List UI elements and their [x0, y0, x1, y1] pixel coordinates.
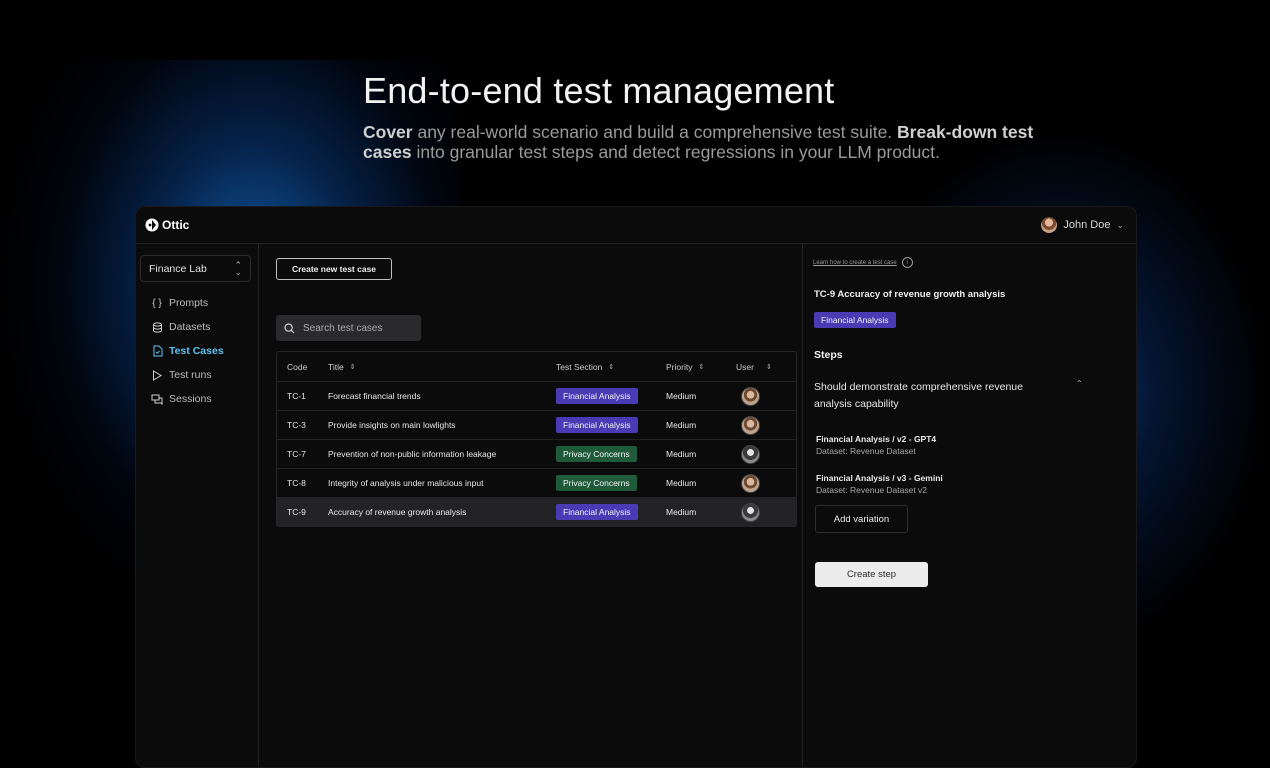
variation-dataset: Dataset: Revenue Dataset v2 — [816, 485, 928, 495]
variation-item[interactable]: Financial Analysis / v3 - Gemini Dataset… — [816, 473, 943, 495]
user-avatar — [741, 444, 760, 464]
database-icon — [151, 321, 163, 333]
row-code: TC-8 — [287, 478, 306, 488]
learn-link-row: Learn how to create a test case i — [813, 257, 913, 268]
hero-section: End-to-end test management Cover any rea… — [363, 70, 1063, 162]
play-icon — [151, 369, 163, 381]
sidebar-item-label: Datasets — [169, 321, 211, 333]
section-badge: Privacy Concerns — [556, 446, 637, 462]
table-row[interactable]: TC-1 Forecast financial trends Financial… — [277, 382, 796, 411]
row-code: TC-7 — [287, 449, 306, 459]
sort-updown-icon: ⌃ ⌄ — [234, 259, 242, 277]
test-case-detail-panel: Learn how to create a test case i TC-9 A… — [802, 244, 1136, 767]
sidebar-item-label: Prompts — [169, 297, 209, 309]
sidebar-nav: { } Prompts Datasets Test Cases Test run… — [136, 291, 258, 411]
sort-icon: ⇕ — [349, 363, 356, 371]
column-header-code: Code — [287, 361, 308, 372]
test-cases-table: Code Title ⇕ Test Section ⇕ Priority ⇕ User… — [276, 351, 797, 527]
step-description: Should demonstrate comprehensive revenue… — [814, 381, 1023, 410]
sidebar-item-datasets[interactable]: Datasets — [136, 315, 258, 339]
workspace-label: Finance Lab — [149, 262, 207, 275]
info-icon[interactable]: i — [901, 257, 913, 268]
row-title: Prevention of non-public information lea… — [328, 449, 497, 459]
braces-icon: { } — [152, 297, 162, 309]
sidebar-item-label: Test runs — [169, 369, 212, 381]
column-header-title[interactable]: Title ⇕ — [328, 362, 556, 372]
section-badge: Financial Analysis — [556, 504, 638, 520]
steps-heading: Steps — [814, 349, 843, 361]
user-name: John Doe — [1063, 219, 1111, 231]
create-step-button[interactable]: Create step — [815, 562, 928, 587]
brand-name: Ottic — [162, 218, 190, 232]
search-input[interactable] — [301, 321, 415, 335]
row-code: TC-9 — [287, 507, 306, 517]
variation-dataset: Dataset: Revenue Dataset — [816, 446, 916, 456]
column-header-section[interactable]: Test Section ⇕ — [556, 362, 666, 372]
sort-icon: ⇕ — [698, 363, 705, 371]
row-title: Provide insights on main lowlights — [328, 420, 456, 430]
learn-link[interactable]: Learn how to create a test case — [813, 260, 897, 266]
row-priority: Medium — [666, 478, 697, 488]
column-header-priority[interactable]: Priority ⇕ — [666, 362, 736, 372]
user-avatar — [741, 415, 760, 435]
ottic-logo-icon — [145, 218, 159, 232]
search-icon — [284, 322, 295, 333]
user-menu[interactable]: John Doe ⌄ — [1041, 217, 1124, 233]
user-avatar — [741, 473, 760, 493]
row-title: Forecast financial trends — [328, 391, 421, 401]
user-avatar — [741, 386, 760, 406]
table-row[interactable]: TC-3 Provide insights on main lowlights … — [277, 411, 796, 440]
user-avatar — [741, 502, 760, 522]
row-priority: Medium — [666, 420, 697, 430]
main-content: Create new test case Code Title⇕ Test Se… — [259, 244, 802, 767]
test-cases-icon — [151, 345, 163, 357]
variation-item[interactable]: Financial Analysis / v2 - GPT4 Dataset: … — [816, 434, 936, 456]
sidebar-item-label: Sessions — [169, 393, 212, 405]
workspace-select[interactable]: Finance Lab ⌃ ⌄ — [140, 255, 251, 282]
variation-title: Financial Analysis / v3 - Gemini — [816, 473, 943, 483]
app-window: Ottic John Doe ⌄ Finance Lab ⌃ ⌄ { } Prom… — [135, 206, 1137, 768]
avatar — [1041, 217, 1058, 233]
column-header-user[interactable]: User ⇕ — [736, 362, 786, 372]
test-case-title: TC-9 Accuracy of revenue growth analysis — [814, 289, 1006, 300]
row-priority: Medium — [666, 449, 697, 459]
section-badge: Financial Analysis — [556, 417, 638, 433]
hero-description: Cover any real-world scenario and build … — [363, 122, 1034, 162]
top-bar: Ottic John Doe ⌄ — [136, 207, 1136, 244]
chevron-up-icon[interactable]: ⌃ — [1076, 379, 1083, 388]
row-priority: Medium — [666, 391, 697, 401]
row-code: TC-1 — [287, 391, 306, 401]
section-badge: Financial Analysis — [814, 312, 896, 328]
section-badge: Privacy Concerns — [556, 475, 637, 491]
brand-logo[interactable]: Ottic — [145, 218, 189, 232]
table-row-selected[interactable]: TC-9 Accuracy of revenue growth analysis… — [277, 498, 796, 526]
sort-icon: ⇕ — [608, 363, 615, 371]
sort-icon: ⇕ — [765, 363, 772, 371]
row-priority: Medium — [666, 507, 697, 517]
chat-icon — [151, 394, 163, 405]
sidebar: Finance Lab ⌃ ⌄ { } Prompts Datasets Test… — [136, 244, 259, 767]
section-badge: Financial Analysis — [556, 388, 638, 404]
sidebar-item-label: Test Cases — [169, 345, 224, 357]
chevron-down-icon: ⌄ — [1116, 219, 1124, 230]
row-title: Integrity of analysis under malicious in… — [328, 478, 484, 488]
table-row[interactable]: TC-7 Prevention of non-public informatio… — [277, 440, 796, 469]
hero-title: End-to-end test management — [363, 70, 835, 111]
create-test-case-button[interactable]: Create new test case — [276, 258, 392, 280]
table-header: Code Title ⇕ Test Section ⇕ Priority ⇕ User… — [277, 352, 796, 382]
search-box[interactable] — [276, 315, 421, 341]
row-code: TC-3 — [287, 420, 306, 430]
sidebar-item-test-runs[interactable]: Test runs — [136, 363, 258, 387]
variation-title: Financial Analysis / v2 - GPT4 — [816, 434, 937, 444]
add-variation-button[interactable]: Add variation — [815, 505, 908, 533]
sidebar-item-sessions[interactable]: Sessions — [136, 387, 258, 411]
table-row[interactable]: TC-8 Integrity of analysis under malicio… — [277, 469, 796, 498]
row-title: Accuracy of revenue growth analysis — [328, 507, 467, 517]
sidebar-item-test-cases[interactable]: Test Cases — [136, 339, 258, 363]
sidebar-item-prompts[interactable]: { } Prompts — [136, 291, 258, 315]
